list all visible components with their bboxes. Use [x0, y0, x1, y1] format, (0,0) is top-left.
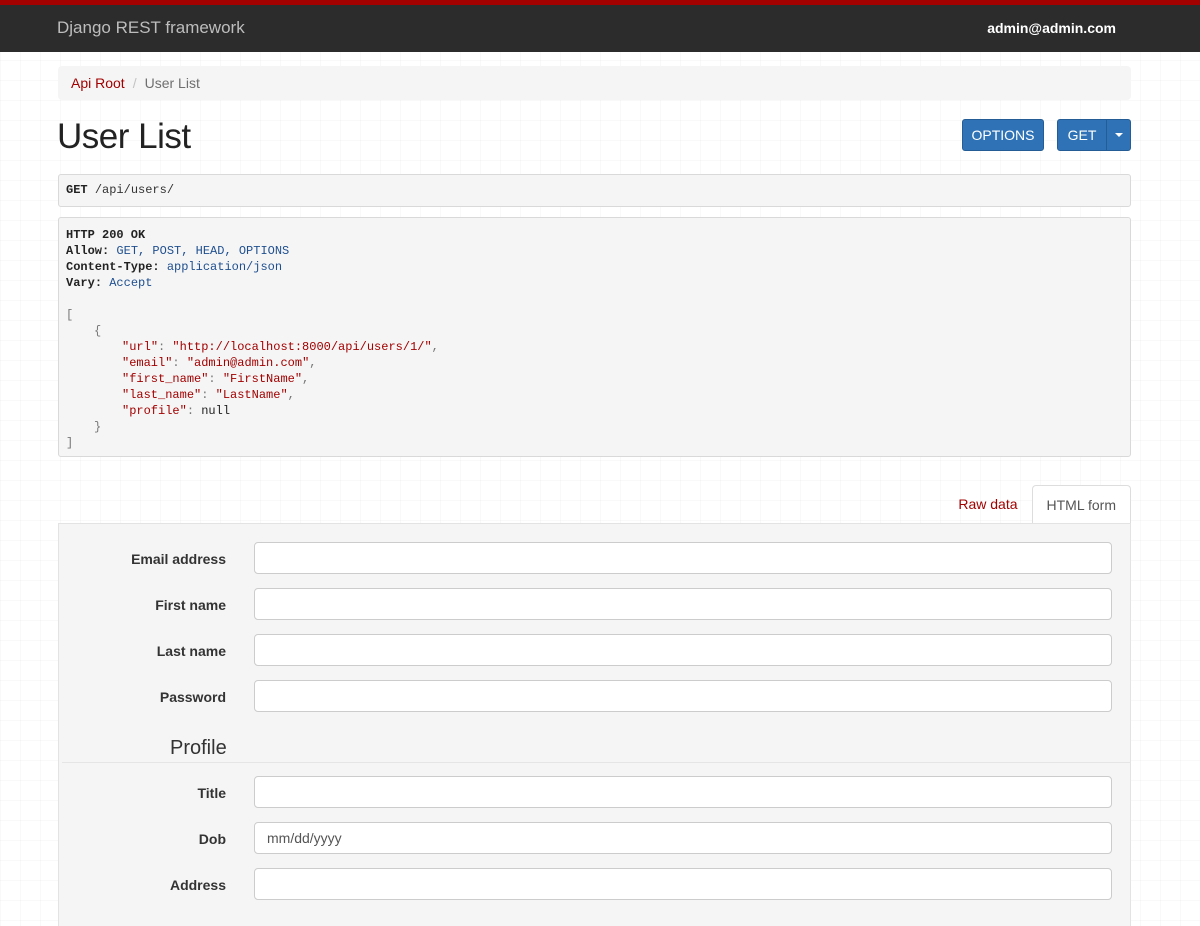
last-name-input[interactable] [254, 634, 1112, 666]
breadcrumb-api-root[interactable]: Api Root [71, 75, 125, 91]
header-key: Allow [66, 244, 103, 258]
json-value: admin@admin.com [194, 356, 303, 370]
json-open-brace: { [94, 324, 102, 338]
email-address-label: Email address [131, 551, 226, 567]
profile-address-label: Address [169, 877, 226, 893]
options-button[interactable]: OPTIONS [962, 119, 1044, 151]
header-value: application/json [166, 260, 283, 274]
first-name-input[interactable] [254, 588, 1112, 620]
request-info: GET /api/users/ [58, 174, 1131, 207]
html-form-panel: Profile Email address First name Last name… [58, 523, 1131, 926]
header-key: Vary [66, 276, 95, 290]
response-header: Allow: GET, POST, HEAD, OPTIONS [66, 244, 290, 258]
last-name-label: Last name [156, 643, 226, 659]
response-header: Content-Type: application/json [66, 260, 283, 274]
json-key: url [129, 340, 151, 354]
json-field: "url": "http://localhost:8000/api/users/… [122, 340, 439, 354]
header-key: Content-Type [66, 260, 153, 274]
caret-down-icon [1114, 133, 1123, 137]
json-close-bracket: ] [66, 436, 74, 450]
breadcrumb: Api Root / User List [58, 66, 1131, 100]
json-field: "email": "admin@admin.com", [122, 356, 317, 370]
brand-link[interactable]: Django REST framework [57, 18, 245, 38]
get-button[interactable]: GET [1057, 119, 1107, 151]
json-body: "url": "http://localhost:8000/api/users/… [66, 339, 1123, 419]
tab-raw-data[interactable]: Raw data [944, 485, 1031, 524]
profile-divider [62, 762, 1130, 763]
profile-address-input[interactable] [254, 868, 1112, 900]
json-key: profile [129, 404, 180, 418]
response-info: HTTP 200 OK Allow: GET, POST, HEAD, OPTI… [58, 217, 1131, 457]
profile-legend: Profile [170, 737, 227, 759]
password-label: Password [159, 689, 226, 705]
profile-dob-label: Dob [198, 831, 226, 847]
breadcrumb-separator: / [132, 75, 137, 91]
navbar: Django REST framework admin@admin.com [0, 0, 1200, 52]
user-menu[interactable]: admin@admin.com [987, 20, 1116, 36]
get-format-dropdown[interactable] [1106, 119, 1131, 151]
header-value: GET, POST, HEAD, OPTIONS [116, 244, 290, 258]
header-value: Accept [109, 276, 153, 290]
tab-html-form[interactable]: HTML form [1031, 485, 1131, 524]
response-header: Vary: Accept [66, 276, 153, 290]
json-value: FirstName [230, 372, 295, 386]
json-key: email [129, 356, 166, 370]
password-input[interactable] [254, 680, 1112, 712]
content-tabs: Raw data HTML form [944, 485, 1131, 524]
json-field: "profile": null [122, 404, 231, 418]
json-key: first_name [129, 372, 202, 386]
json-value: null [201, 404, 231, 418]
request-method: GET [66, 183, 88, 197]
response-status: HTTP 200 OK [66, 228, 146, 242]
request-path: /api/users/ [94, 183, 175, 197]
json-field: "first_name": "FirstName", [122, 372, 310, 386]
first-name-label: First name [155, 597, 226, 613]
page-title: User List [57, 117, 191, 156]
profile-dob-input[interactable] [254, 822, 1112, 854]
json-value: LastName [222, 388, 281, 402]
breadcrumb-user-list: User List [144, 75, 200, 91]
profile-title-label: Title [197, 785, 226, 801]
json-value: http://localhost:8000/api/users/1/ [179, 340, 425, 354]
json-key: last_name [129, 388, 195, 402]
json-field: "last_name": "LastName", [122, 388, 295, 402]
json-open-bracket: [ [66, 308, 74, 322]
email-address-input[interactable] [254, 542, 1112, 574]
profile-title-input[interactable] [254, 776, 1112, 808]
json-close-brace: } [94, 420, 102, 434]
